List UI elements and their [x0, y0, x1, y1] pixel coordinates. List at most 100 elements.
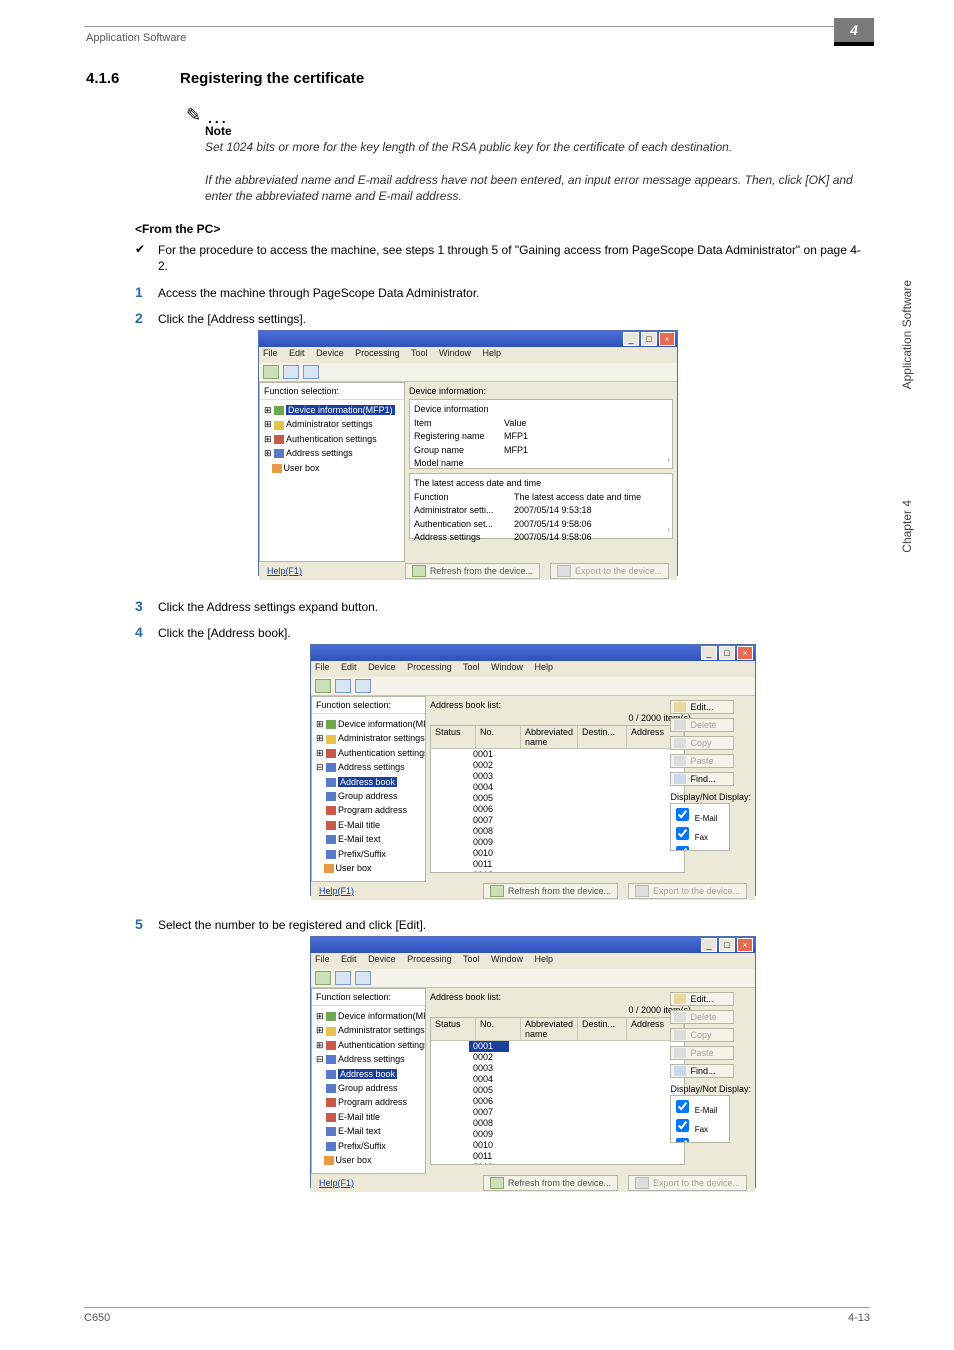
toolbar-icon-3[interactable] — [355, 971, 371, 985]
chk-fax[interactable] — [676, 827, 689, 840]
paste-button[interactable]: Paste — [670, 1046, 734, 1060]
paste-button[interactable]: Paste — [670, 754, 734, 768]
menu-processing[interactable]: Processing — [407, 954, 452, 964]
tree-admin-settings[interactable]: ⊞ Administrator settings — [264, 417, 400, 431]
toolbar-icon-1[interactable] — [315, 971, 331, 985]
close-button[interactable]: × — [737, 646, 753, 660]
tree-email-title[interactable]: E-Mail title — [316, 818, 421, 832]
find-button[interactable]: Find... — [670, 1064, 734, 1078]
toolbar-icon-3[interactable] — [303, 365, 319, 379]
list-row[interactable]: 0006 — [431, 804, 684, 815]
toolbar-icon-3[interactable] — [355, 679, 371, 693]
tree-auth-settings[interactable]: ⊞ Authentication settings — [264, 432, 400, 446]
tree-email-text[interactable]: E-Mail text — [316, 832, 421, 846]
export-button[interactable]: Export to the device... — [628, 883, 747, 899]
export-button[interactable]: Export to the device... — [628, 1175, 747, 1191]
tree-program-address[interactable]: Program address — [316, 803, 421, 817]
close-button[interactable]: × — [659, 332, 675, 346]
copy-button[interactable]: Copy — [670, 736, 734, 750]
list-row[interactable]: 0001 — [431, 1041, 684, 1052]
menu-help[interactable]: Help — [535, 954, 554, 964]
tree-email-title[interactable]: E-Mail title — [316, 1110, 421, 1124]
tree-prefix-suffix[interactable]: Prefix/Suffix — [316, 1139, 421, 1153]
menu-tool[interactable]: Tool — [463, 662, 480, 672]
col-no[interactable]: No. — [476, 1018, 521, 1040]
list-row[interactable]: 0011 — [431, 859, 684, 870]
list-row[interactable]: 0011 — [431, 1151, 684, 1162]
menu-file[interactable]: File — [315, 954, 330, 964]
minimize-button[interactable]: _ — [701, 938, 717, 952]
menu-window[interactable]: Window — [439, 348, 471, 358]
col-status[interactable]: Status — [431, 726, 476, 748]
toolbar-icon-1[interactable] — [315, 679, 331, 693]
menu-device[interactable]: Device — [316, 348, 344, 358]
toolbar-icon-2[interactable] — [283, 365, 299, 379]
display-filter-list[interactable]: E-Mail Fax FTP SMB — [670, 1095, 730, 1143]
scroll-right-icon[interactable]: › — [667, 524, 670, 536]
menu-processing[interactable]: Processing — [355, 348, 400, 358]
copy-button[interactable]: Copy — [670, 1028, 734, 1042]
toolbar-icon-1[interactable] — [263, 365, 279, 379]
list-row[interactable]: 0003 — [431, 771, 684, 782]
tree-program-address[interactable]: Program address — [316, 1095, 421, 1109]
menu-file[interactable]: File — [263, 348, 278, 358]
chk-email[interactable] — [676, 1100, 689, 1113]
tree-group-address[interactable]: Group address — [316, 1081, 421, 1095]
list-row[interactable]: 0001 — [431, 749, 684, 760]
chk-ftp[interactable] — [676, 846, 689, 851]
menu-processing[interactable]: Processing — [407, 662, 452, 672]
maximize-button[interactable]: □ — [719, 938, 735, 952]
edit-button[interactable]: Edit... — [670, 700, 734, 714]
tree-admin-settings[interactable]: ⊞ Administrator settings — [316, 1023, 421, 1037]
menu-window[interactable]: Window — [491, 954, 523, 964]
menu-tool[interactable]: Tool — [463, 954, 480, 964]
refresh-button[interactable]: Refresh from the device... — [483, 883, 618, 899]
col-abbr-name[interactable]: Abbreviated name — [521, 1018, 578, 1040]
col-destination[interactable]: Destin... — [578, 1018, 627, 1040]
tree-user-box[interactable]: User box — [264, 461, 400, 475]
menu-edit[interactable]: Edit — [289, 348, 305, 358]
toolbar-icon-2[interactable] — [335, 971, 351, 985]
export-button[interactable]: Export to the device... — [550, 563, 669, 579]
list-row[interactable]: 0012 — [431, 1162, 684, 1165]
list-row[interactable]: 0002 — [431, 760, 684, 771]
help-link[interactable]: Help(F1) — [319, 886, 354, 896]
list-row[interactable]: 0009 — [431, 1129, 684, 1140]
menu-edit[interactable]: Edit — [341, 954, 357, 964]
menu-file[interactable]: File — [315, 662, 330, 672]
menu-help[interactable]: Help — [483, 348, 502, 358]
help-link[interactable]: Help(F1) — [319, 1178, 354, 1188]
tree-address-settings[interactable]: ⊟ Address settings — [316, 1052, 421, 1066]
tree-email-text[interactable]: E-Mail text — [316, 1124, 421, 1138]
list-row[interactable]: 0007 — [431, 815, 684, 826]
refresh-button[interactable]: Refresh from the device... — [483, 1175, 618, 1191]
tree-address-settings[interactable]: ⊟ Address settings — [316, 760, 421, 774]
list-row[interactable]: 0004 — [431, 782, 684, 793]
list-row[interactable]: 0007 — [431, 1107, 684, 1118]
menu-device[interactable]: Device — [368, 662, 396, 672]
list-row[interactable]: 0008 — [431, 1118, 684, 1129]
list-row[interactable]: 0008 — [431, 826, 684, 837]
tree-device-info[interactable]: ⊞ Device information(MFP1) — [264, 403, 400, 417]
delete-button[interactable]: Delete — [670, 718, 734, 732]
list-row[interactable]: 0003 — [431, 1063, 684, 1074]
minimize-button[interactable]: _ — [623, 332, 639, 346]
list-row[interactable]: 0010 — [431, 1140, 684, 1151]
list-row[interactable]: 0005 — [431, 1085, 684, 1096]
list-row[interactable]: 0009 — [431, 837, 684, 848]
col-abbr-name[interactable]: Abbreviated name — [521, 726, 578, 748]
menu-edit[interactable]: Edit — [341, 662, 357, 672]
tree-address-book[interactable]: Address book — [316, 775, 421, 789]
menu-window[interactable]: Window — [491, 662, 523, 672]
minimize-button[interactable]: _ — [701, 646, 717, 660]
tree-user-box[interactable]: User box — [316, 861, 421, 875]
tree-admin-settings[interactable]: ⊞ Administrator settings — [316, 731, 421, 745]
chk-ftp[interactable] — [676, 1138, 689, 1143]
col-status[interactable]: Status — [431, 1018, 476, 1040]
col-no[interactable]: No. — [476, 726, 521, 748]
maximize-button[interactable]: □ — [719, 646, 735, 660]
tree-group-address[interactable]: Group address — [316, 789, 421, 803]
scroll-right-icon[interactable]: › — [667, 454, 670, 466]
help-link[interactable]: Help(F1) — [267, 566, 302, 576]
list-row[interactable]: 0006 — [431, 1096, 684, 1107]
